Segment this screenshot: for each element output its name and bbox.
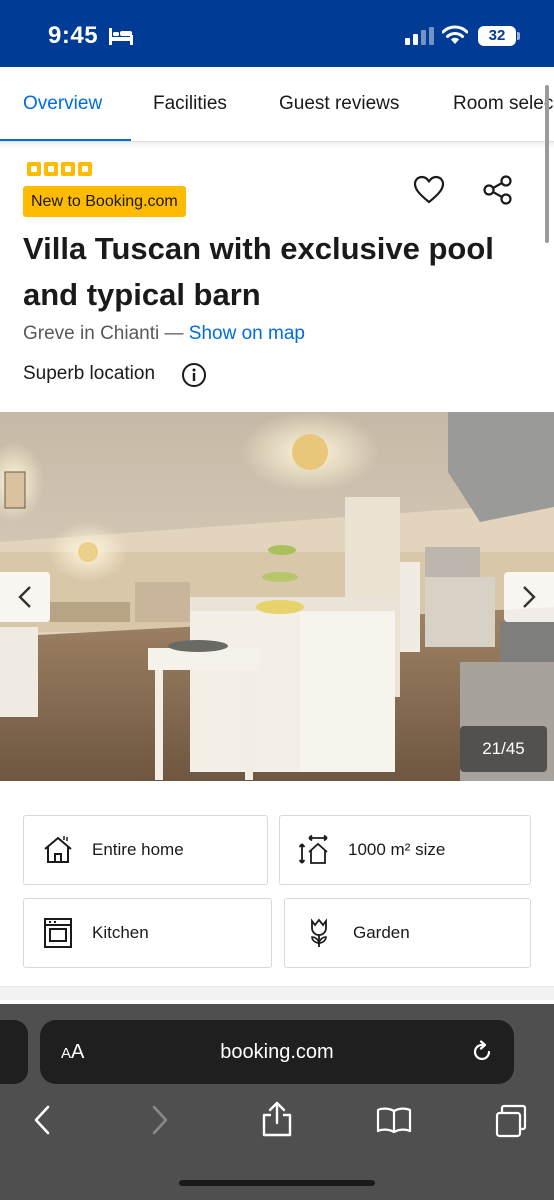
bed-icon [109, 28, 133, 45]
location-text: Greve in Chianti [23, 323, 160, 344]
facility-kitchen: Kitchen [23, 898, 272, 968]
forward-icon[interactable] [150, 1104, 170, 1136]
star-icon [78, 162, 92, 176]
star-rating [27, 162, 92, 176]
tab-facilities[interactable]: Facilities [153, 67, 227, 141]
size-icon [298, 834, 328, 864]
previous-tab-peek[interactable] [0, 1020, 28, 1084]
back-icon[interactable] [32, 1104, 52, 1136]
section-tabs: Overview Facilities Guest reviews Room s… [0, 67, 554, 142]
address-bar[interactable]: AA booking.com [40, 1020, 514, 1084]
tab-room-selection[interactable]: Room selec [453, 67, 553, 141]
facility-garden: Garden [284, 898, 531, 968]
tabs-shadow [0, 142, 554, 148]
status-bar: 9:45 32 [0, 0, 554, 67]
facility-label: Garden [353, 923, 410, 942]
new-property-badge: New to Booking.com [23, 186, 186, 217]
facility-entire-home: Entire home [23, 815, 268, 885]
share-sheet-icon[interactable] [260, 1100, 294, 1138]
facility-label: Kitchen [92, 923, 149, 942]
section-divider [0, 986, 554, 1000]
facility-label: 1000 m² size [348, 840, 446, 859]
star-icon [61, 162, 75, 176]
photo-counter: 21/45 [460, 726, 547, 772]
flower-icon [311, 918, 327, 947]
facility-label: Entire home [92, 840, 184, 859]
tab-overview[interactable]: Overview [23, 67, 102, 141]
next-photo-button[interactable] [504, 572, 554, 622]
cellular-signal-icon [405, 27, 434, 45]
chevron-left-icon [18, 586, 31, 608]
facility-size: 1000 m² size [279, 815, 531, 885]
heart-icon[interactable] [413, 175, 445, 205]
star-icon [27, 162, 41, 176]
photo-gallery[interactable]: 21/45 [0, 412, 554, 781]
superb-location-label: Superb location [23, 363, 156, 384]
property-title: Villa Tuscan with exclusive pool and typ… [23, 231, 494, 312]
status-time: 9:45 [48, 22, 99, 49]
info-icon[interactable] [181, 362, 207, 388]
oven-icon [44, 918, 72, 948]
house-icon [44, 836, 72, 863]
show-on-map-link[interactable]: Show on map [189, 323, 305, 344]
home-indicator[interactable] [179, 1180, 375, 1186]
bookmarks-icon[interactable] [376, 1106, 412, 1134]
share-icon[interactable] [482, 175, 514, 205]
browser-toolbar: AA booking.com [0, 1004, 554, 1200]
reload-icon[interactable] [470, 1040, 494, 1064]
property-location: Greve in Chianti — Show on map [23, 323, 305, 345]
battery-tip [517, 32, 520, 40]
page-scrollbar[interactable] [545, 85, 549, 243]
url-text[interactable]: booking.com [40, 1020, 514, 1084]
tabs-icon[interactable] [494, 1104, 528, 1138]
chevron-right-icon [523, 586, 536, 608]
location-separator: — [159, 323, 189, 344]
battery-indicator: 32 [478, 26, 516, 46]
star-icon [44, 162, 58, 176]
previous-photo-button[interactable] [0, 572, 50, 622]
tab-guest-reviews[interactable]: Guest reviews [279, 67, 399, 141]
wifi-icon [442, 25, 468, 44]
